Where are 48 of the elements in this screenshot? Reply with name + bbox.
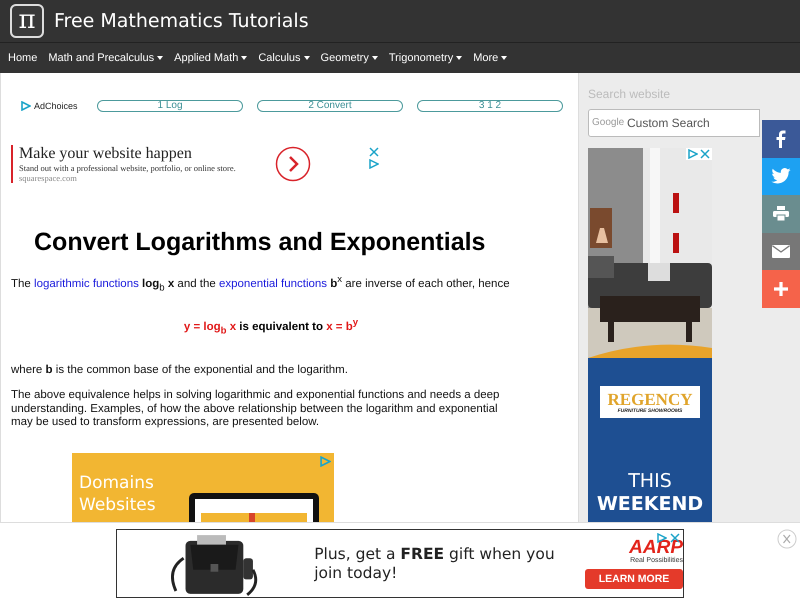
ad-text: THIS: [627, 470, 673, 493]
learn-more-button[interactable]: LEARN MORE: [585, 569, 683, 589]
email-icon: [772, 245, 790, 258]
intro-paragraph: The logarithmic functions log$_{b}$ x and the exponential functions b$^{x}$ are inverse of each other, hence: [11, 274, 511, 294]
paragraph: where b is the common base of the exponential and the logarithm.: [11, 364, 349, 378]
nav-item[interactable]: Math and Precalculus: [48, 52, 164, 64]
more-share-button[interactable]: [762, 270, 800, 308]
brand-label: Google: [592, 117, 624, 128]
site-title[interactable]: Free Mathematics Tutorials: [54, 10, 309, 32]
close-icon[interactable]: [700, 149, 710, 159]
nav-item[interactable]: More: [473, 52, 508, 64]
nav-item[interactable]: Home: [8, 52, 38, 64]
equation: y = log$_{b}$ x is equivalent to x = b$^{y}$: [182, 317, 360, 336]
nav-item[interactable]: Trigonometry: [388, 52, 462, 64]
nav-item[interactable]: Geometry: [320, 52, 378, 64]
article-title: Convert Logarithms and Exponentials: [34, 228, 486, 257]
text-link[interactable]: logarithmic functions: [34, 278, 139, 290]
ad-text: WEEKEND: [596, 493, 704, 516]
plus-icon: [774, 282, 788, 296]
adchoices-icon[interactable]: [369, 159, 379, 169]
twitter-share-button[interactable]: [762, 158, 800, 196]
adchoices-link[interactable]: AdChoices: [11, 101, 83, 111]
facebook-share-button[interactable]: [762, 120, 800, 158]
text-link[interactable]: exponential functions: [219, 278, 328, 290]
adchoices-icon[interactable]: [688, 149, 698, 159]
nav-item[interactable]: Calculus: [258, 52, 310, 64]
ad-link-button[interactable]: 1 Log: [97, 100, 243, 112]
ad-link-button[interactable]: 3 1 2: [417, 100, 563, 112]
ad-domain: squarespace.com: [19, 173, 78, 183]
ad-link-button[interactable]: 2 Convert: [257, 100, 403, 112]
nav-item[interactable]: Applied Math: [174, 52, 248, 64]
ad-text: Websites: [79, 494, 157, 516]
arrow-button-icon[interactable]: [275, 146, 311, 182]
ad-description: Stand out with a professional website, portfolio, or online store.: [19, 163, 237, 173]
pi-logo[interactable]: π: [10, 4, 44, 38]
print-icon: [773, 206, 789, 222]
bird-icon: [771, 168, 791, 184]
print-share-button[interactable]: [762, 195, 800, 233]
email-share-button[interactable]: [762, 232, 800, 270]
brand-logo: AARP: [629, 538, 683, 557]
adchoices-icon: [21, 101, 31, 111]
text-ad[interactable]: Make your website happen Stand out with a professional website, portfolio, or online store. squarespace.com: [11, 145, 269, 183]
close-icon[interactable]: [369, 147, 379, 157]
ad-headline[interactable]: Make your website happen: [19, 145, 269, 163]
close-icon[interactable]: [777, 529, 797, 549]
ad-text: Domains: [79, 472, 155, 494]
paragraph: The above equivalence helps in solving logarithmic and exponential functions and needs a deep understanding. Examples, of how the above relationship between the logarithm and exponential may be used to transform expressions, are presented below.: [11, 389, 500, 430]
ad-headline: Plus, get a FREE gift when you join today!: [314, 544, 555, 582]
